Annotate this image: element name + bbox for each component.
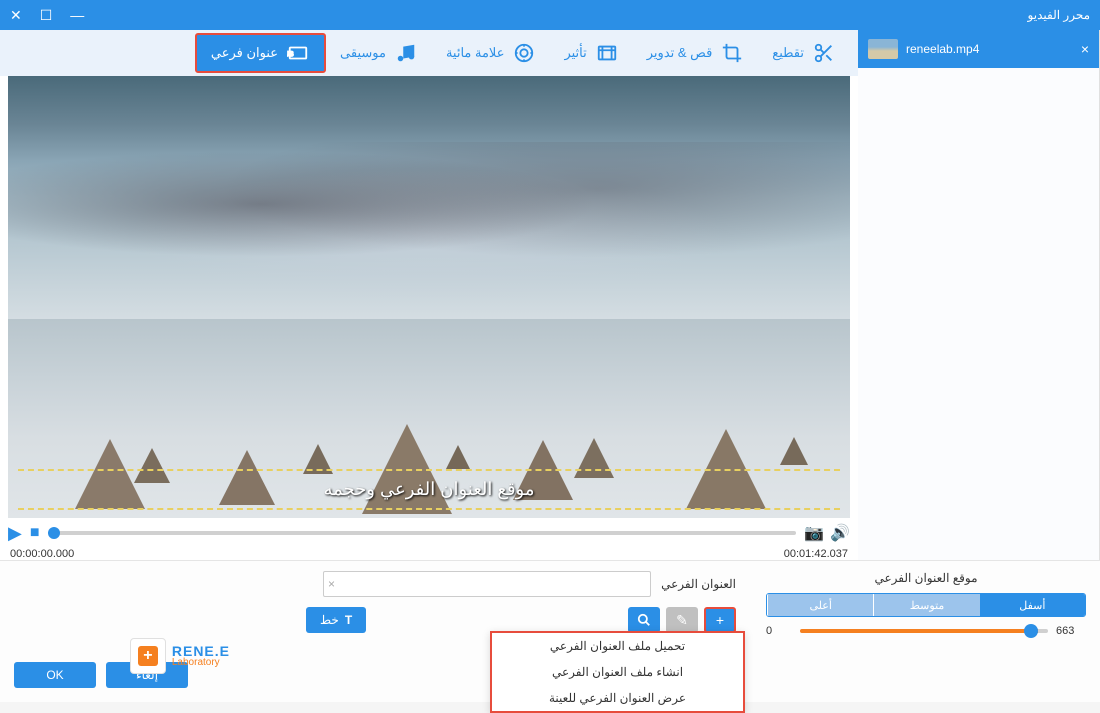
stop-button[interactable]: ■ <box>30 524 40 542</box>
position-segmented: أسفل متوسط أعلى <box>766 593 1086 617</box>
logo-sub-text: Laboratory <box>172 658 230 668</box>
subtitle-input[interactable] <box>323 571 651 597</box>
tool-subtitle[interactable]: SUB عنوان فرعي <box>195 33 326 73</box>
logo-badge: + <box>130 638 166 674</box>
time-total: 00:01:42.037 <box>784 548 848 560</box>
tool-music-label: موسيقى <box>340 45 386 61</box>
plus-icon: + <box>138 646 158 666</box>
logo: + RENE.E Laboratory <box>130 638 230 674</box>
add-subtitle-button[interactable]: + <box>704 607 736 633</box>
close-icon[interactable]: ✕ <box>10 7 22 24</box>
font-button-label: خط <box>320 613 339 627</box>
file-tab[interactable]: reneelab.mp4 × <box>858 30 1099 68</box>
watermark-icon <box>512 41 536 65</box>
clear-input-icon[interactable]: × <box>328 577 335 591</box>
file-name: reneelab.mp4 <box>906 42 979 56</box>
maximize-icon[interactable]: ☐ <box>40 7 53 24</box>
window-title: محرر الفيديو <box>1028 8 1090 22</box>
menu-sample-subtitle[interactable]: عرض العنوان الفرعي للعينة <box>492 685 743 711</box>
tool-watermark-label: علامة مائية <box>446 45 505 61</box>
position-top[interactable]: أعلى <box>767 594 873 616</box>
position-label: موقع العنوان الفرعي <box>766 571 1086 585</box>
titlebar: محرر الفيديو — ☐ ✕ <box>0 0 1100 30</box>
music-icon <box>394 41 418 65</box>
minimize-icon[interactable]: — <box>70 7 84 24</box>
bottom-panel: موقع العنوان الفرعي أسفل متوسط أعلى 0 66… <box>0 560 1100 702</box>
subtitle-input-label: العنوان الفرعي <box>661 577 736 591</box>
tool-cut[interactable]: تقطيع <box>758 33 850 73</box>
tool-cut-label: تقطيع <box>772 45 804 61</box>
window-controls: — ☐ ✕ <box>10 7 84 24</box>
file-close-icon[interactable]: × <box>1081 41 1089 57</box>
edit-subtitle-button[interactable]: ✎ <box>666 607 698 633</box>
position-middle[interactable]: متوسط <box>873 594 979 616</box>
file-thumbnail <box>868 39 898 59</box>
tool-subtitle-label: عنوان فرعي <box>211 45 278 61</box>
effect-icon <box>595 41 619 65</box>
crop-icon <box>720 41 744 65</box>
toolbar: تقطيع قص & تدوير تأثير علامة مائية موسيق… <box>0 30 858 76</box>
time-current: 00:00:00.000 <box>10 548 74 560</box>
tool-effect[interactable]: تأثير <box>550 33 632 73</box>
volume-icon[interactable]: 🔊 <box>830 523 850 543</box>
ok-button[interactable]: OK <box>14 662 96 688</box>
menu-load-subtitle[interactable]: تحميل ملف العنوان الفرعي <box>492 633 743 659</box>
tool-effect-label: تأثير <box>564 45 586 61</box>
play-button[interactable]: ▶ <box>8 523 22 544</box>
search-subtitle-button[interactable] <box>628 607 660 633</box>
position-slider[interactable] <box>800 629 1048 633</box>
tool-music[interactable]: موسيقى <box>326 33 432 73</box>
logo-main-text: RENE.E <box>172 644 230 658</box>
seek-thumb[interactable] <box>48 527 60 539</box>
seek-slider[interactable] <box>48 531 797 535</box>
svg-text:SUB: SUB <box>287 51 293 58</box>
snapshot-icon[interactable]: 📷 <box>804 523 824 543</box>
slider-value: 663 <box>1056 625 1086 637</box>
slider-thumb[interactable] <box>1024 624 1038 638</box>
video-preview: موقع العنوان الفرعي وحجمه <box>8 76 850 518</box>
font-button[interactable]: T خط <box>306 607 366 633</box>
sidebar: reneelab.mp4 × <box>858 30 1100 560</box>
slider-min: 0 <box>766 625 792 637</box>
menu-create-subtitle[interactable]: انشاء ملف العنوان الفرعي <box>492 659 743 685</box>
tool-crop-label: قص & تدوير <box>647 45 713 61</box>
tool-crop[interactable]: قص & تدوير <box>633 33 759 73</box>
tool-watermark[interactable]: علامة مائية <box>432 33 551 73</box>
subtitle-position-overlay[interactable]: موقع العنوان الفرعي وحجمه <box>18 469 840 510</box>
scissors-icon <box>812 41 836 65</box>
player-bar: ▶ ■ 📷 🔊 <box>0 518 858 548</box>
subtitle-dropdown-menu: تحميل ملف العنوان الفرعي انشاء ملف العنو… <box>490 631 745 713</box>
position-bottom[interactable]: أسفل <box>980 594 1085 616</box>
subtitle-icon: SUB <box>286 41 310 65</box>
